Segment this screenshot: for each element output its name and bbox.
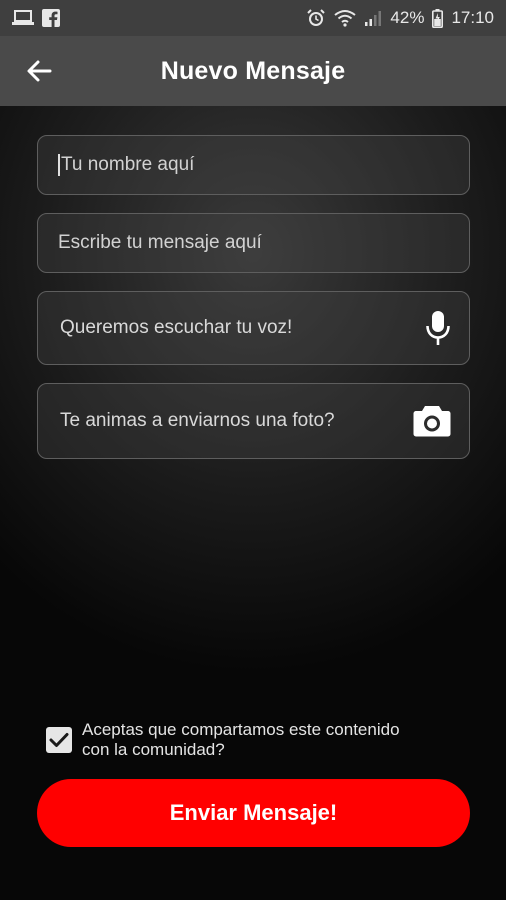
page-title: Nuevo Mensaje (160, 56, 346, 85)
facebook-icon (42, 9, 60, 27)
alarm-icon (306, 8, 326, 28)
wifi-icon (334, 9, 357, 27)
battery-percent: 42% (390, 8, 425, 27)
status-right: 42% 17:10 (306, 8, 494, 28)
message-field[interactable] (37, 213, 470, 273)
microphone-icon[interactable] (425, 310, 451, 346)
photo-label: Te animas a enviarnos una foto? (60, 410, 335, 431)
consent-line-2: con la comunidad? (82, 740, 225, 759)
text-caret (58, 154, 60, 176)
message-input[interactable] (58, 232, 469, 254)
signal-icon (364, 9, 382, 27)
photo-field[interactable]: Te animas a enviarnos una foto? (37, 383, 470, 459)
app-bar: Nuevo Mensaje (0, 36, 506, 106)
consent-text: Aceptas que compartamos este contenido c… (82, 720, 400, 760)
name-field[interactable] (37, 135, 470, 195)
clock-time: 17:10 (451, 8, 494, 27)
camera-icon[interactable] (413, 405, 451, 437)
consent-row: Aceptas que compartamos este contenido c… (46, 720, 466, 760)
consent-line-1: Aceptas que compartamos este contenido (82, 720, 400, 739)
consent-checkbox[interactable] (46, 727, 72, 753)
send-message-button[interactable]: Enviar Mensaje! (37, 779, 470, 847)
back-button[interactable] (22, 54, 56, 88)
arrow-back-icon (27, 60, 52, 82)
status-bar: 42% 17:10 (0, 0, 506, 36)
checkmark-icon (49, 733, 69, 747)
screen: 42% 17:10 Nuevo Mensaje Queremos escucha… (0, 0, 506, 900)
laptop-icon (12, 10, 34, 26)
battery-icon (432, 8, 444, 28)
status-left (12, 9, 60, 27)
name-input[interactable] (60, 154, 469, 176)
voice-label: Queremos escuchar tu voz! (60, 317, 293, 338)
voice-field[interactable]: Queremos escuchar tu voz! (37, 291, 470, 365)
